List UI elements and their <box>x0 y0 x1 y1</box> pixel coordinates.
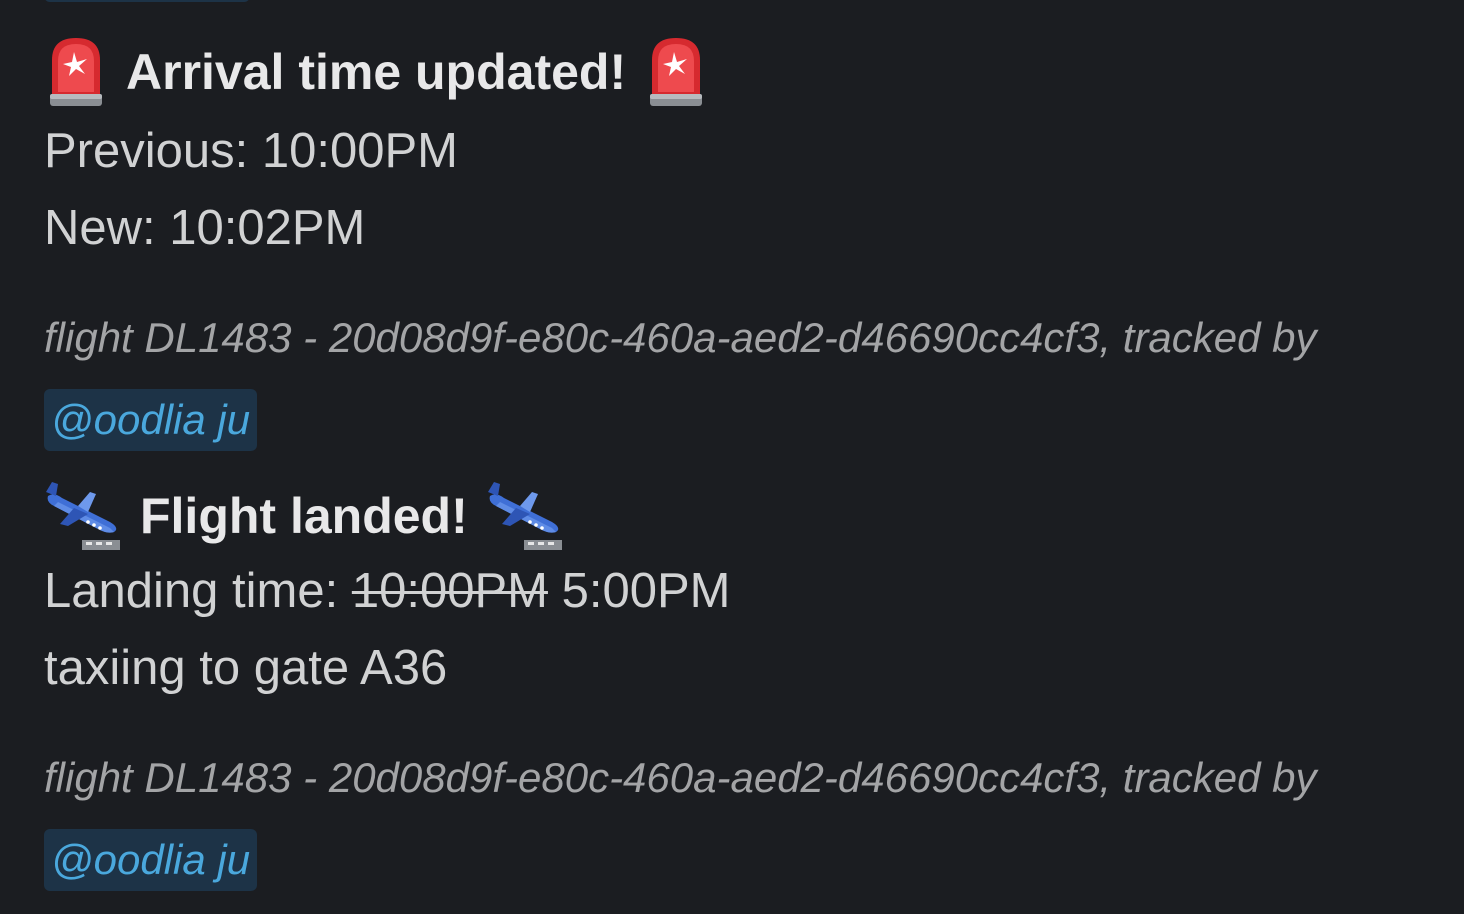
airplane-arriving-icon <box>44 478 122 554</box>
message-arrival-updated: Arrival time updated! Previous: 10:00PM … <box>44 34 1444 451</box>
message-footer: flight DL1483 - 20d08d9f-e80c-460a-aed2-… <box>44 754 1317 801</box>
message-flight-landed: Flight landed! Landing time: 10:00PM 5:0… <box>44 478 1444 891</box>
new-landing-time: 5:00PM <box>561 564 731 618</box>
previous-time: Previous: 10:00PM <box>44 124 458 178</box>
old-landing-time: 10:00PM <box>351 564 548 618</box>
message-heading: Flight landed! <box>44 478 1444 554</box>
heading-text: Flight landed! <box>140 488 468 544</box>
user-mention[interactable]: @oodlia ju <box>44 389 258 451</box>
heading-text: Arrival time updated! <box>126 44 627 100</box>
user-mention[interactable]: @oodlia ju <box>44 829 258 891</box>
airplane-arriving-icon <box>486 478 564 554</box>
taxi-status: taxiing to gate A36 <box>44 641 448 695</box>
message-heading: Arrival time updated! <box>44 34 1444 110</box>
new-time: New: 10:02PM <box>44 201 366 255</box>
landing-time-label: Landing time: <box>44 564 339 618</box>
previous-mention-fragment <box>44 0 250 2</box>
landing-time: Landing time: 10:00PM 5:00PM <box>44 560 1444 622</box>
message-footer: flight DL1483 - 20d08d9f-e80c-460a-aed2-… <box>44 314 1317 361</box>
rotating-light-icon <box>644 34 708 110</box>
rotating-light-icon <box>44 34 108 110</box>
